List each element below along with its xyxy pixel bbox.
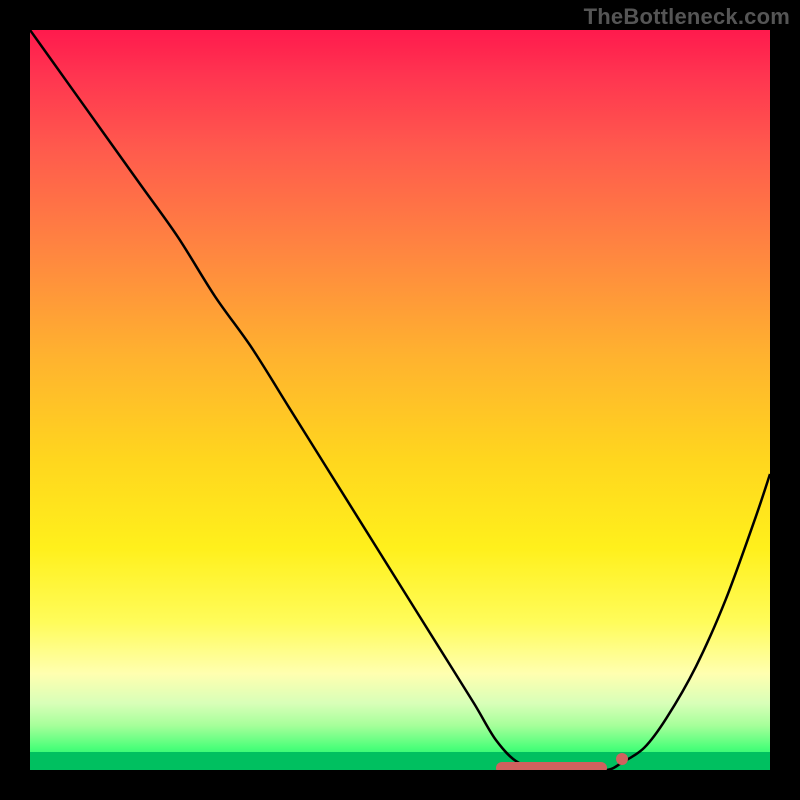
chart-container: TheBottleneck.com (0, 0, 800, 800)
bottleneck-curve (30, 30, 770, 770)
optimal-marker-bar (496, 762, 607, 770)
curve-path (30, 30, 770, 770)
optimal-marker-dot (616, 753, 628, 765)
watermark-text: TheBottleneck.com (584, 4, 790, 30)
plot-area (30, 30, 770, 770)
